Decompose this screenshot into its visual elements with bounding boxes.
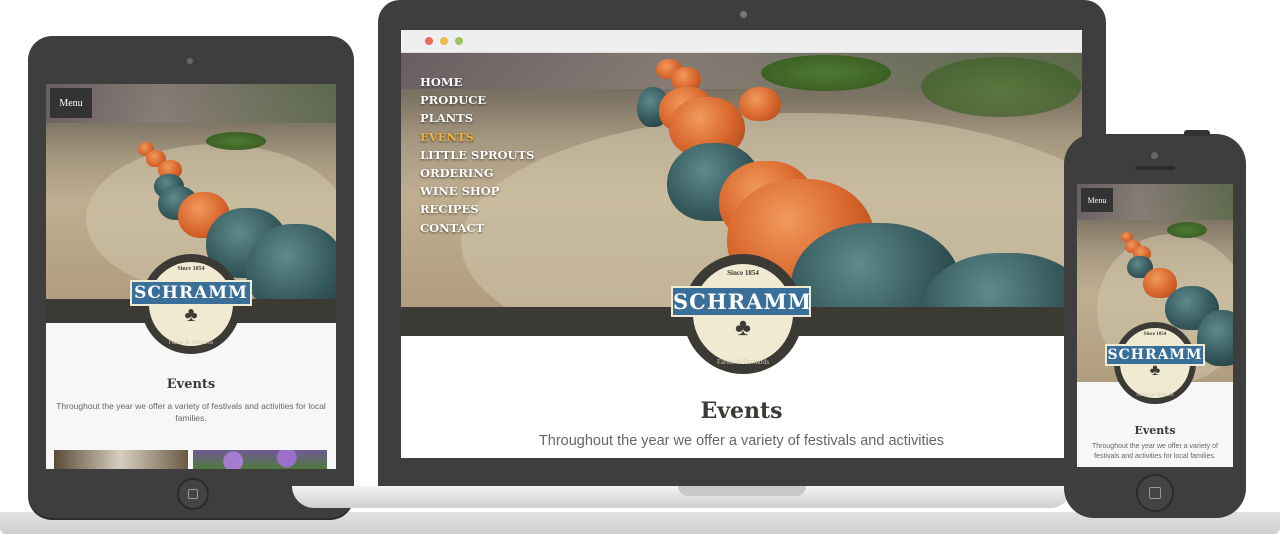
phone-home-button[interactable] (1136, 474, 1174, 512)
tablet-camera (187, 58, 193, 64)
page-intro: Throughout the year we offer a variety o… (56, 401, 326, 423)
logo-since-text: Since 1854 (177, 266, 205, 272)
logo-name-ribbon: SCHRAMM (671, 286, 811, 317)
menu-button[interactable]: Menu (1081, 188, 1113, 212)
laptop-screen: HOME PRODUCE PLANTS EVENTS LITTLE SPROUT… (401, 30, 1082, 458)
logo-since-text: Since 1854 (727, 269, 759, 277)
tablet-home-button[interactable] (177, 478, 209, 510)
nav-item-home[interactable]: HOME (420, 73, 534, 91)
schramm-logo[interactable]: Since 1854 SCHRAMM ♣ Farms & Orchards (1105, 322, 1205, 412)
page-intro: Throughout the year we offer a variety o… (1092, 443, 1218, 460)
tablet-device: Menu Since 1854 SCHRAMM ♣ Farms & Orchar… (28, 36, 354, 518)
browser-toolbar (401, 30, 1082, 53)
page-title: Events (166, 377, 216, 392)
window-maximize-dot[interactable] (455, 37, 463, 45)
nav-item-wine-shop[interactable]: WINE SHOP (420, 182, 534, 200)
nav-item-little-sprouts[interactable]: LITTLE SPROUTS (420, 146, 534, 164)
phone-screen: Menu Since 1854 SCHRAMM ♣ Farms & Orchar… (1077, 184, 1233, 467)
laptop-camera (740, 11, 747, 18)
menu-button[interactable]: Menu (50, 88, 92, 118)
page-title: Events (700, 398, 783, 424)
tree-icon: ♣ (184, 304, 198, 326)
window-close-dot[interactable] (425, 37, 433, 45)
tree-icon: ♣ (735, 314, 751, 341)
logo-tagline: Farms & Orchards (716, 358, 770, 366)
nav-item-events[interactable]: EVENTS (420, 128, 534, 146)
main-nav: HOME PRODUCE PLANTS EVENTS LITTLE SPROUT… (420, 73, 534, 237)
nav-item-contact[interactable]: CONTACT (420, 219, 534, 237)
phone-power-button[interactable] (1184, 130, 1210, 136)
tablet-screen: Menu Since 1854 SCHRAMM ♣ Farms & Orchar… (46, 84, 336, 469)
logo-tagline: Farms & Orchards (168, 340, 214, 346)
flowers-photo-thumbnail[interactable] (193, 450, 327, 469)
phone-speaker (1135, 166, 1175, 170)
laptop-trackpad-notch (678, 486, 806, 496)
logo-since-text: Since 1854 (1143, 332, 1167, 337)
schramm-logo[interactable]: Since 1854 SCHRAMM ♣ Farms & Orchards (671, 254, 811, 378)
logo-tagline: Farms & Orchards (1136, 393, 1174, 398)
tree-icon: ♣ (1149, 362, 1161, 379)
nav-item-plants[interactable]: PLANTS (420, 109, 534, 127)
nav-item-ordering[interactable]: ORDERING (420, 164, 534, 182)
schramm-logo[interactable]: Since 1854 SCHRAMM ♣ Farms & Orchards (130, 254, 252, 360)
logo-name-ribbon: SCHRAMM (130, 280, 252, 306)
event-photo-thumbnail[interactable] (54, 450, 188, 469)
window-minimize-dot[interactable] (440, 37, 448, 45)
page-title: Events (1134, 424, 1176, 437)
phone-camera (1151, 152, 1158, 159)
nav-item-produce[interactable]: PRODUCE (420, 91, 534, 109)
page-intro: Throughout the year we offer a variety o… (538, 433, 945, 449)
nav-item-recipes[interactable]: RECIPES (420, 200, 534, 218)
phone-device: Menu Since 1854 SCHRAMM ♣ Farms & Orchar… (1064, 130, 1246, 518)
